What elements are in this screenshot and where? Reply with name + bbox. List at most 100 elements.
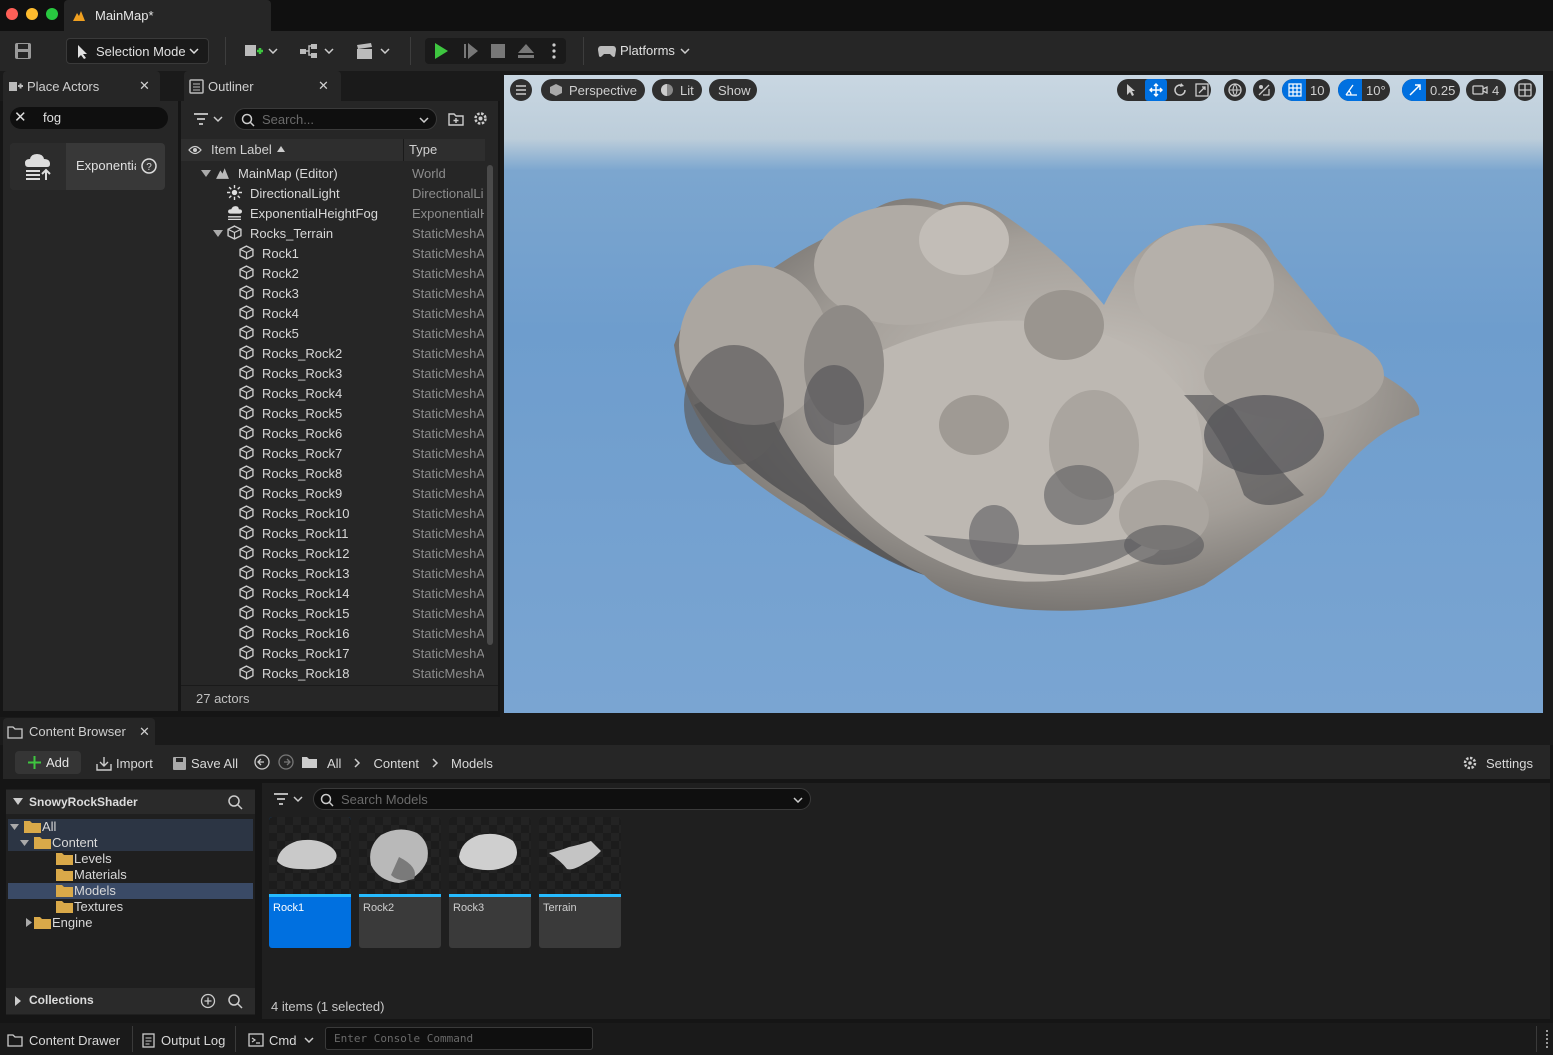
scale-snap-button[interactable]: 0.25: [1402, 79, 1460, 101]
outliner-row[interactable]: Rocks_Rock13 StaticMeshActor: [181, 563, 485, 583]
asset-tile[interactable]: Terrain: [539, 817, 621, 948]
outliner-row[interactable]: Rocks_Rock6 StaticMeshActor: [181, 423, 485, 443]
outliner-row[interactable]: Rocks_Terrain StaticMeshActor: [181, 223, 485, 243]
folder-tree-item-levels[interactable]: Levels: [8, 851, 253, 867]
outliner-row[interactable]: Rocks_Rock7 StaticMeshActor: [181, 443, 485, 463]
gear-icon[interactable]: [472, 110, 489, 127]
outliner-row[interactable]: Rocks_Rock14 StaticMeshActor: [181, 583, 485, 603]
blueprints-button[interactable]: [296, 38, 336, 64]
breadcrumb-models[interactable]: Models: [451, 756, 493, 771]
outliner-row[interactable]: Rocks_Rock9 StaticMeshActor: [181, 483, 485, 503]
add-collection-icon[interactable]: [200, 993, 216, 1009]
breadcrumb-all[interactable]: All: [327, 756, 341, 771]
asset-tile[interactable]: Rock1: [269, 817, 351, 948]
cmd-dropdown[interactable]: Cmd: [248, 1031, 314, 1049]
column-header-type[interactable]: Type: [409, 142, 437, 157]
console-command-input[interactable]: Enter Console Command: [325, 1027, 593, 1050]
place-actors-search[interactable]: ✕ fog: [10, 107, 168, 129]
move-tool-icon[interactable]: [1149, 83, 1163, 97]
filter-icon[interactable]: [273, 791, 305, 807]
collapsed-arrow-icon[interactable]: [26, 918, 32, 927]
folder-tree-item-textures[interactable]: Textures: [8, 899, 253, 915]
tab-outliner[interactable]: Outliner ✕: [184, 71, 341, 101]
outliner-row[interactable]: Rocks_Rock3 StaticMeshActor: [181, 363, 485, 383]
outliner-row[interactable]: Rock3 StaticMeshActor: [181, 283, 485, 303]
folder-tree-item-materials[interactable]: Materials: [8, 867, 253, 883]
outliner-row[interactable]: ExponentialHeightFog ExponentialHeightFog: [181, 203, 485, 223]
folder-tree-item-all[interactable]: All: [8, 819, 253, 835]
place-actor-result[interactable]: ExponentialHeightFog ?: [10, 143, 165, 190]
eject-icon[interactable]: [517, 42, 535, 60]
breadcrumb-content[interactable]: Content: [373, 756, 419, 771]
outliner-row[interactable]: Rock5 StaticMeshActor: [181, 323, 485, 343]
outliner-row[interactable]: DirectionalLight DirectionalLight: [181, 183, 485, 203]
add-button[interactable]: Add: [15, 751, 81, 774]
outliner-row[interactable]: MainMap (Editor) World: [181, 163, 485, 183]
perspective-button[interactable]: Perspective: [541, 79, 645, 101]
stop-icon[interactable]: [490, 43, 506, 59]
close-icon[interactable]: ✕: [139, 78, 150, 94]
outliner-row[interactable]: Rocks_Rock8 StaticMeshActor: [181, 463, 485, 483]
scale-tool-icon[interactable]: [1195, 83, 1209, 97]
outliner-row[interactable]: Rocks_Rock15 StaticMeshActor: [181, 603, 485, 623]
outliner-row[interactable]: Rocks_Rock11 StaticMeshActor: [181, 523, 485, 543]
world-local-toggle[interactable]: [1224, 79, 1246, 101]
tab-place-actors[interactable]: Place Actors ✕: [3, 71, 160, 101]
lit-button[interactable]: Lit: [652, 79, 702, 101]
asset-search-input[interactable]: Search Models: [313, 788, 811, 810]
asset-tile[interactable]: Rock3: [449, 817, 531, 948]
camera-speed-button[interactable]: 4: [1466, 79, 1506, 101]
status-bar-grip[interactable]: [1546, 1030, 1549, 1048]
maximize-window-button[interactable]: [46, 8, 58, 20]
clear-search-icon[interactable]: ✕: [14, 108, 27, 126]
rotation-snap-button[interactable]: 10°: [1338, 79, 1390, 101]
save-all-button[interactable]: Save All: [172, 754, 238, 772]
level-tab[interactable]: MainMap*: [64, 0, 271, 31]
show-button[interactable]: Show: [709, 79, 757, 101]
new-folder-icon[interactable]: [448, 111, 464, 126]
advance-frame-icon[interactable]: [462, 42, 480, 60]
tab-content-browser[interactable]: Content Browser ✕: [3, 718, 155, 745]
rotate-tool-icon[interactable]: [1173, 83, 1187, 97]
expand-arrow-icon[interactable]: [201, 170, 211, 177]
viewport-menu-button[interactable]: [510, 79, 532, 101]
minimize-window-button[interactable]: [26, 8, 38, 20]
folder-icon[interactable]: [301, 755, 318, 769]
output-log-button[interactable]: Output Log: [142, 1031, 225, 1049]
history-forward-icon[interactable]: [278, 754, 294, 770]
help-icon[interactable]: ?: [141, 158, 157, 174]
surface-snap-toggle[interactable]: [1253, 79, 1275, 101]
search-icon[interactable]: [227, 794, 243, 810]
close-window-button[interactable]: [6, 8, 18, 20]
platforms-dropdown[interactable]: Platforms: [595, 38, 693, 64]
column-header-item-label[interactable]: Item Label: [211, 142, 272, 157]
eye-icon[interactable]: [188, 145, 202, 155]
outliner-row[interactable]: Rocks_Rock5 StaticMeshActor: [181, 403, 485, 423]
outliner-scrollbar[interactable]: [487, 165, 493, 645]
folder-tree-item-models[interactable]: Models: [8, 883, 253, 899]
selection-mode-dropdown[interactable]: Selection Mode: [66, 38, 209, 64]
outliner-row[interactable]: Rock2 StaticMeshActor: [181, 263, 485, 283]
quick-add-button[interactable]: [240, 38, 280, 64]
outliner-row[interactable]: Rocks_Rock16 StaticMeshActor: [181, 623, 485, 643]
viewport-layout-button[interactable]: [1514, 79, 1536, 101]
asset-tile[interactable]: Rock2: [359, 817, 441, 948]
more-options-icon[interactable]: [551, 42, 557, 60]
collections-header[interactable]: Collections: [6, 988, 255, 1014]
expand-arrow-icon[interactable]: [213, 230, 223, 237]
outliner-row[interactable]: Rocks_Rock17 StaticMeshActor: [181, 643, 485, 663]
expand-arrow-icon[interactable]: [20, 840, 29, 846]
save-icon[interactable]: [14, 42, 32, 60]
filter-icon[interactable]: [193, 111, 223, 127]
outliner-row[interactable]: Rocks_Rock2 StaticMeshActor: [181, 343, 485, 363]
search-icon[interactable]: [227, 993, 243, 1009]
select-tool-icon[interactable]: [1124, 83, 1138, 97]
outliner-row[interactable]: Rocks_Rock18 StaticMeshActor: [181, 663, 485, 683]
sources-header[interactable]: SnowyRockShader: [6, 790, 255, 814]
content-drawer-button[interactable]: Content Drawer: [7, 1031, 120, 1049]
expand-arrow-icon[interactable]: [10, 824, 19, 830]
play-icon[interactable]: [432, 42, 450, 60]
folder-tree-item-content[interactable]: Content: [8, 835, 253, 851]
outliner-row[interactable]: Rock4 StaticMeshActor: [181, 303, 485, 323]
import-button[interactable]: Import: [96, 754, 153, 772]
